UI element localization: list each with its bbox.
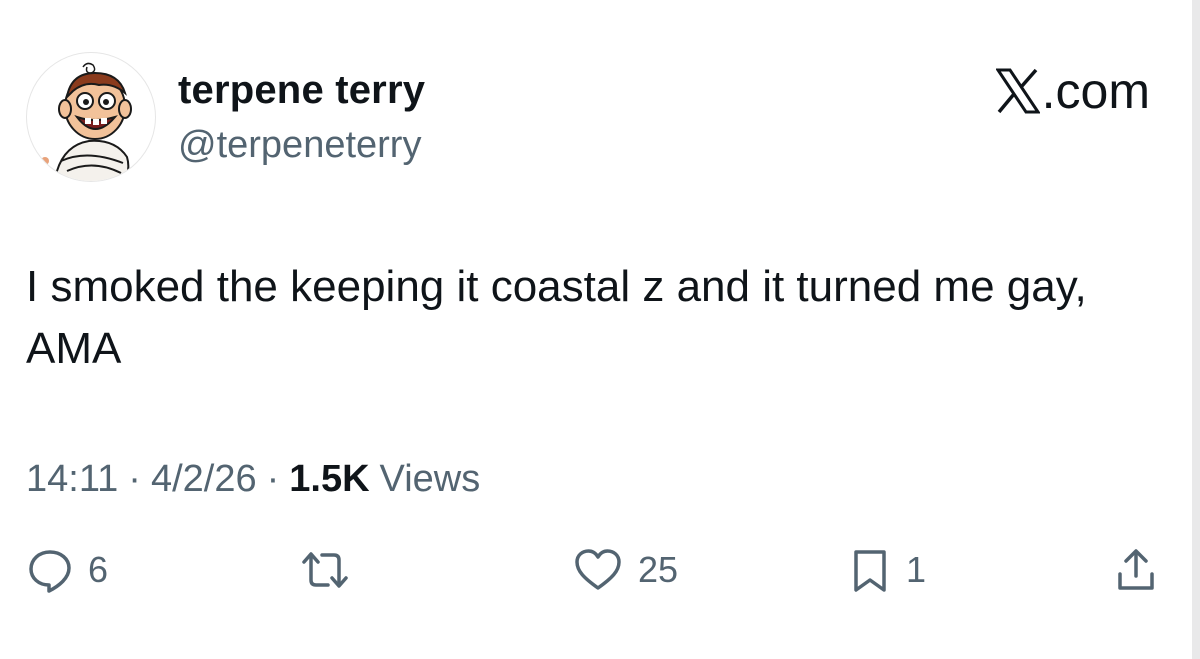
bookmark-icon <box>854 550 886 592</box>
tweet-date[interactable]: 4/2/26 <box>151 458 257 501</box>
tweet-time[interactable]: 14:11 <box>26 458 118 501</box>
x-logo-icon <box>995 68 1040 114</box>
x-brand: .com <box>995 62 1150 120</box>
page-edge <box>1192 0 1200 659</box>
heart-icon <box>575 549 621 590</box>
bookmark-button[interactable]: 1 <box>848 546 926 594</box>
tweet-card: terpene terry @terpeneterry .com I smoke… <box>0 0 1200 659</box>
views-count: 1.5K <box>289 458 370 500</box>
cartoon-avatar-icon <box>41 62 132 181</box>
share-icon <box>1118 549 1154 590</box>
author-display-name[interactable]: terpene terry <box>178 68 425 113</box>
meta-separator: · <box>128 458 141 500</box>
reply-count: 6 <box>88 549 109 590</box>
reply-icon <box>29 550 71 593</box>
retweet-button[interactable] <box>298 546 366 594</box>
tweet-meta: 14:11 · 4/2/26 · 1.5K Views <box>26 458 480 501</box>
reply-button[interactable]: 6 <box>26 546 108 594</box>
views-label: Views <box>379 458 481 500</box>
brand-label: .com <box>1041 63 1150 119</box>
retweet-icon <box>302 552 348 588</box>
tweet-text: I smoked the keeping it coastal z and it… <box>26 262 1087 373</box>
like-button[interactable]: 25 <box>572 546 678 594</box>
bookmark-count: 1 <box>906 549 927 590</box>
meta-separator: · <box>266 458 280 500</box>
author-avatar[interactable] <box>26 52 156 182</box>
like-count: 25 <box>638 549 679 590</box>
share-button[interactable] <box>1112 546 1160 594</box>
author-handle[interactable]: @terpeneterry <box>178 124 421 167</box>
